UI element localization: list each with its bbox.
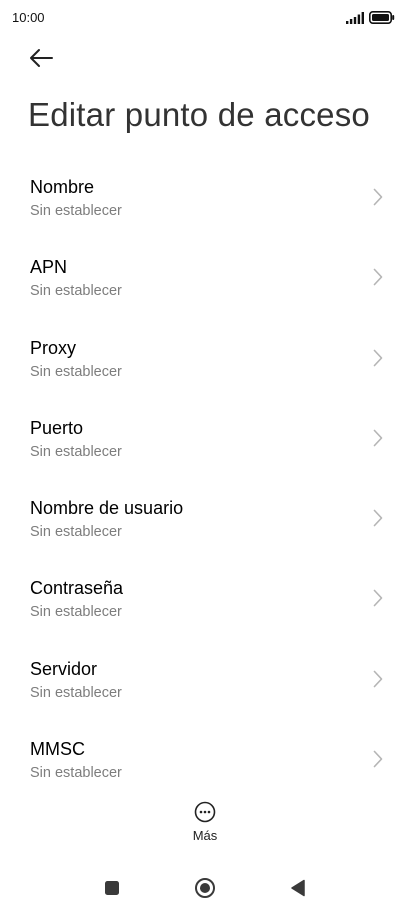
item-value: Sin establecer [30,765,122,782]
list-item-apn[interactable]: APN Sin establecer [0,238,411,318]
chevron-right-icon [373,429,383,447]
chevron-right-icon [373,750,383,768]
apn-settings-list: Nombre Sin establecer APN Sin establecer… [0,158,411,800]
item-value: Sin establecer [30,283,122,300]
back-nav-button[interactable] [284,878,312,902]
navigation-bar [0,868,411,914]
signal-icon [346,11,364,29]
back-triangle-icon [290,879,306,902]
item-label: Contraseña [30,578,124,599]
chevron-right-icon [373,509,383,527]
item-value: Sin establecer [30,604,122,621]
home-circle-icon [194,877,216,904]
item-value: Sin establecer [30,203,122,219]
list-item-nombre[interactable]: Nombre Sin establecer [0,158,411,238]
more-options-icon [194,801,216,828]
list-item-proxy[interactable]: Proxy Sin establecer [0,319,411,399]
item-label: Nombre [30,177,95,197]
chevron-right-icon [373,349,383,367]
home-button[interactable] [191,877,219,904]
recents-square-icon [104,880,120,901]
list-item-mmsc[interactable]: MMSC Sin establecer [0,720,411,800]
back-arrow-icon [28,48,54,73]
item-label: Proxy [30,337,77,358]
chevron-right-icon [373,589,383,607]
list-item-nombre-de-usuario[interactable]: Nombre de usuario Sin establecer [0,479,411,559]
list-item-puerto[interactable]: Puerto Sin establecer [0,399,411,479]
item-label: Puerto [30,417,84,438]
chevron-right-icon [373,268,383,286]
more-label: Más [192,828,218,843]
recents-button[interactable] [98,878,126,902]
item-label: Nombre de usuario [30,498,184,519]
status-time: 10:00 [12,10,45,25]
item-label: Servidor [30,658,98,679]
item-value: Sin establecer [30,363,122,380]
page-title: Editar punto de acceso [28,96,370,133]
battery-icon [369,11,395,29]
item-label: APN [30,257,68,278]
item-value: Sin establecer [30,684,122,701]
item-value: Sin establecer [30,443,122,460]
list-item-servidor[interactable]: Servidor Sin establecer [0,640,411,720]
item-value: Sin establecer [30,524,122,541]
chevron-right-icon [373,188,383,206]
chevron-right-icon [373,670,383,688]
more-button[interactable]: Más [175,800,235,846]
item-label: MMSC [30,739,85,760]
list-item-contrasena[interactable]: Contraseña Sin establecer [0,559,411,639]
back-button[interactable] [26,46,56,74]
status-bar: 10:00 [0,0,411,36]
status-icons [346,11,395,29]
